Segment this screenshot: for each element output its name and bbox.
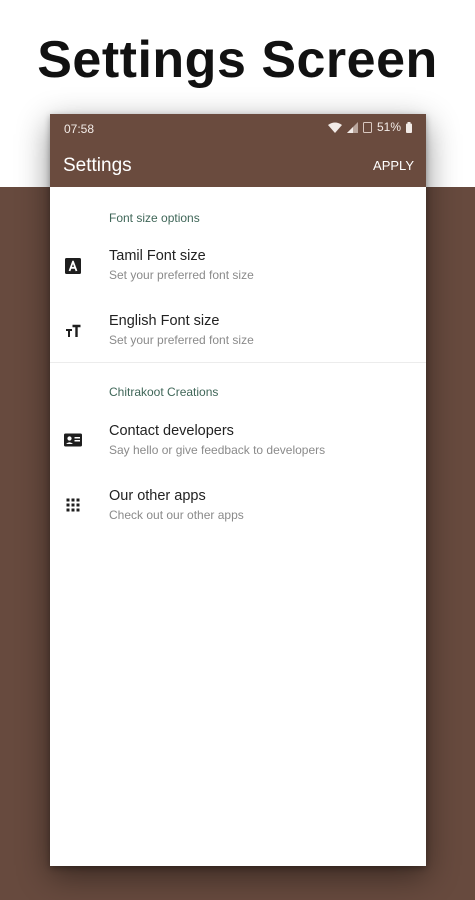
english-font-size-summary: Set your preferred font size: [109, 333, 254, 347]
status-icons: 51%: [327, 120, 412, 134]
contact-developers-summary: Say hello or give feedback to developers: [109, 443, 326, 457]
section-header-chitrakoot: Chitrakoot Creations: [109, 385, 219, 399]
other-apps-summary: Check out our other apps: [109, 508, 244, 522]
wifi-icon: [327, 122, 342, 133]
page-title: Settings: [63, 155, 132, 176]
tamil-font-size-item[interactable]: Tamil Font size Set your preferred font …: [50, 248, 426, 304]
battery-icon: [406, 121, 412, 133]
tamil-font-size-summary: Set your preferred font size: [109, 268, 254, 282]
english-font-size-item[interactable]: English Font size Set your preferred fon…: [50, 313, 426, 369]
phone-screen: 07:58 51% Settings APPLY Font size optio…: [50, 114, 426, 866]
english-font-size-title: English Font size: [109, 313, 220, 329]
contact-card-icon: [63, 430, 83, 450]
contact-developers-item[interactable]: Contact developers Say hello or give fee…: [50, 423, 426, 479]
other-apps-title: Our other apps: [109, 488, 206, 504]
section-header-font-size: Font size options: [109, 211, 200, 225]
battery-level: 51%: [376, 120, 401, 134]
signal-icon: [346, 121, 358, 133]
promo-title: Settings Screen: [37, 31, 438, 89]
status-time: 07:58: [64, 122, 95, 136]
other-apps-item[interactable]: Our other apps Check out our other apps: [50, 488, 426, 544]
text-size-icon: [63, 321, 83, 341]
section-divider: [50, 362, 426, 363]
tamil-font-size-title: Tamil Font size: [109, 248, 206, 264]
sim-icon: [362, 121, 372, 133]
apply-button[interactable]: APPLY: [373, 158, 414, 173]
contact-developers-title: Contact developers: [109, 423, 234, 439]
apps-grid-icon: [63, 495, 83, 515]
app-bar: 07:58 51% Settings APPLY: [50, 114, 426, 187]
font-a-icon: [63, 256, 83, 276]
